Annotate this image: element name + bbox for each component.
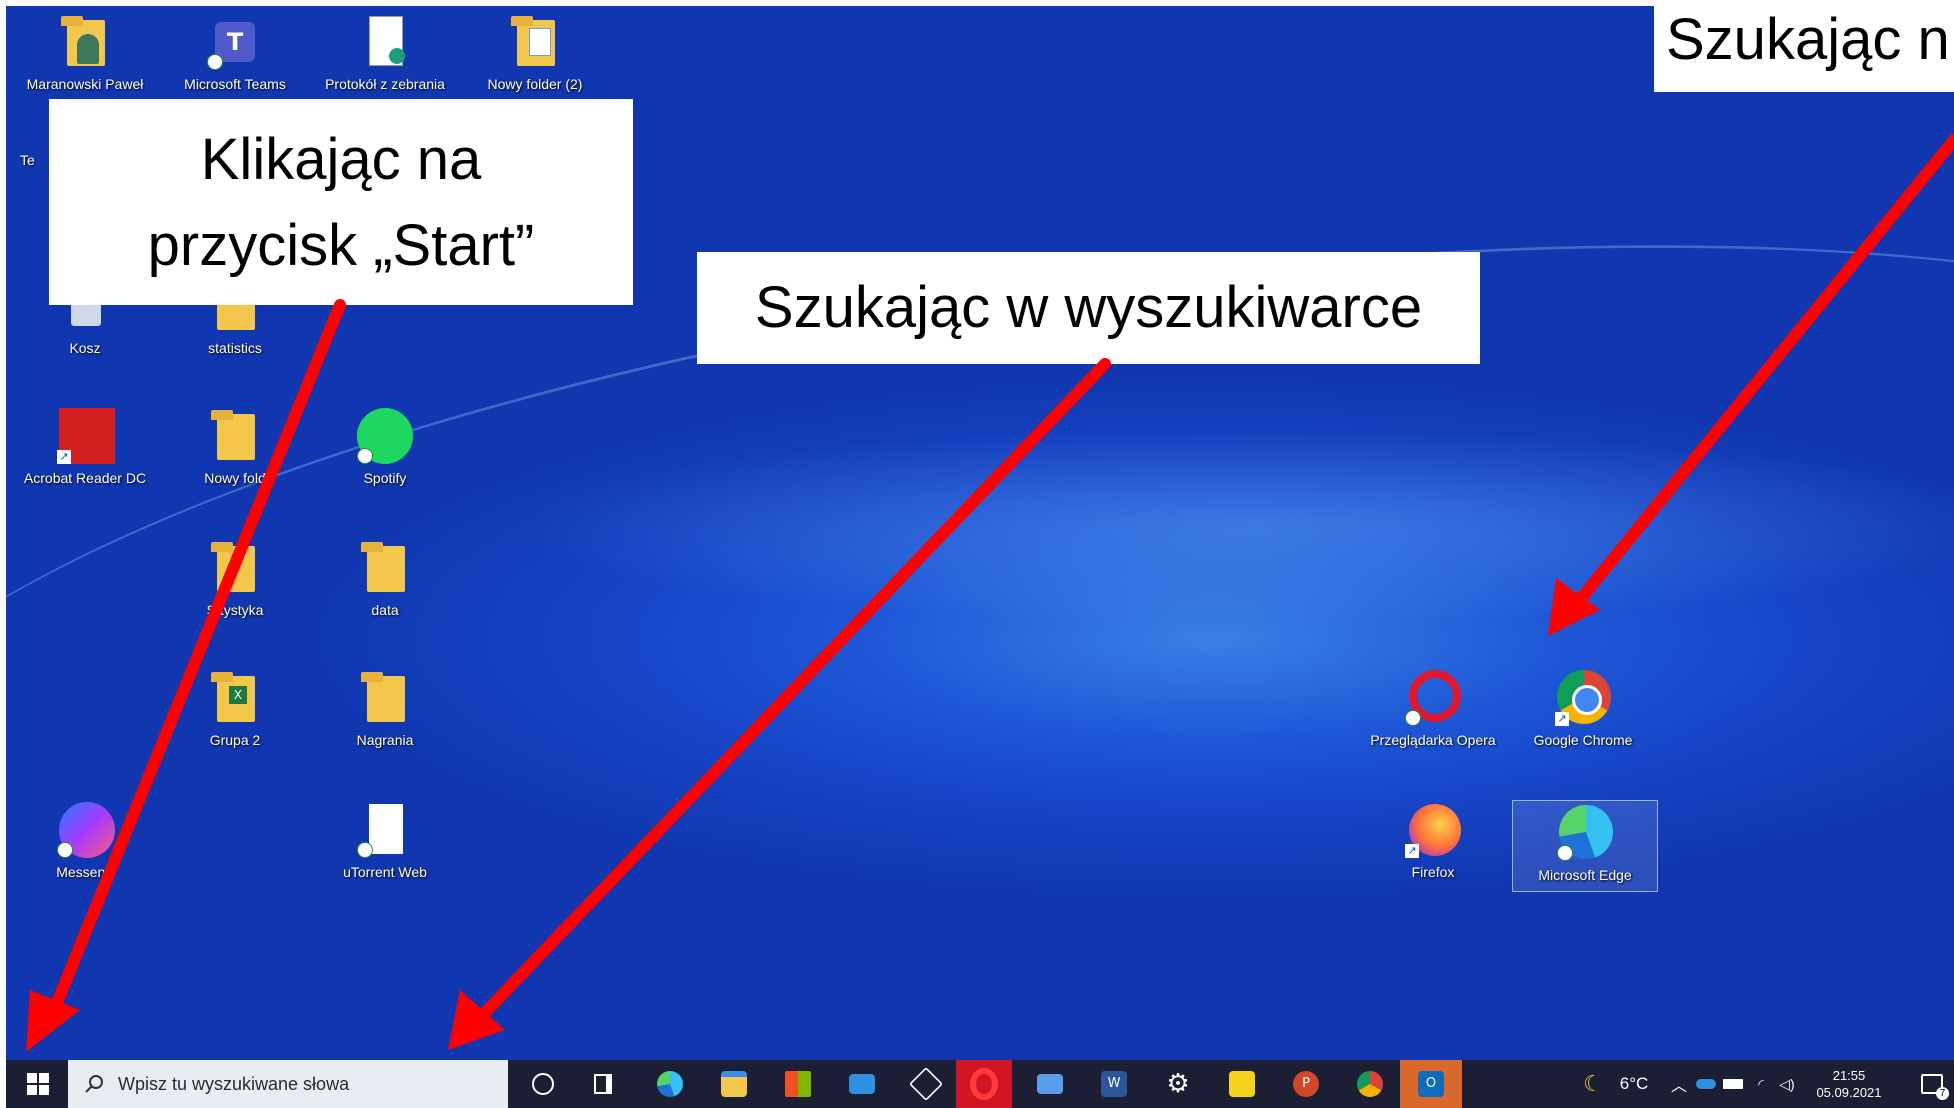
clock-time: 21:55	[1832, 1068, 1866, 1083]
taskbar-remote-desktop[interactable]	[1022, 1060, 1078, 1108]
edge-icon	[657, 1071, 683, 1097]
callout-start-line1: Klikając na	[200, 127, 482, 192]
icon-label: Nowy folder (2)	[487, 76, 583, 92]
desktop-icon-edge[interactable]: Microsoft Edge	[1512, 800, 1658, 892]
volume-icon[interactable]: ◁)	[1774, 1060, 1800, 1108]
weather-temp[interactable]: 6°C	[1610, 1060, 1658, 1108]
opera-icon	[970, 1068, 998, 1100]
onedrive-icon[interactable]	[1694, 1060, 1718, 1108]
taskbar-edge[interactable]	[642, 1060, 698, 1108]
desktop-icon-spotify[interactable]: Spotify	[320, 408, 450, 487]
task-view-icon	[594, 1074, 612, 1094]
icon-label: Spotify	[363, 470, 407, 486]
desktop-icon-opera[interactable]: Przeglądarka Opera	[1368, 670, 1498, 749]
wifi-icon[interactable]: ◜	[1748, 1060, 1774, 1108]
icon-label: Nowy fold	[204, 470, 266, 486]
mail-icon	[849, 1074, 875, 1094]
task-view-button[interactable]	[578, 1060, 628, 1108]
cortana-icon	[532, 1073, 554, 1095]
taskbar-package[interactable]	[898, 1060, 954, 1108]
taskbar-powerpoint[interactable]: P	[1278, 1060, 1334, 1108]
search-box[interactable]: Wpisz tu wyszukiwane słowa	[68, 1060, 508, 1108]
icon-label: Acrobat Reader DC	[23, 470, 147, 486]
file-icon	[369, 804, 403, 854]
desktop-icon-statystyka[interactable]: S tystyka	[170, 540, 300, 619]
powerpoint-icon: P	[1293, 1071, 1319, 1097]
callout-desktop: Szukając n	[1654, 0, 1954, 92]
start-button[interactable]	[16, 1060, 60, 1108]
desktop-icon-grupa-2[interactable]: X Grupa 2	[170, 670, 300, 749]
icon-label: statistics	[208, 340, 262, 356]
desktop-icon-utorrent[interactable]: uTorrent Web	[320, 802, 450, 881]
callout-search: Szukając w wyszukiwarce	[697, 252, 1480, 364]
icon-label: uTorrent Web	[343, 864, 427, 880]
taskbar-file-explorer[interactable]	[706, 1060, 762, 1108]
outlook-icon: O	[1418, 1071, 1444, 1097]
user-icon	[77, 34, 99, 64]
taskbar-sticky-notes[interactable]	[1214, 1060, 1270, 1108]
desktop-icon-chrome[interactable]: ↗ Google Chrome	[1518, 670, 1648, 749]
folder-icon	[361, 672, 405, 722]
icon-label: Messen r	[56, 864, 114, 880]
folder-icon	[211, 410, 255, 460]
taskbar-outlook[interactable]: O	[1400, 1060, 1462, 1108]
word-icon: W	[1101, 1071, 1127, 1097]
taskbar-opera[interactable]	[956, 1060, 1012, 1108]
icon-label: Protokół z zebrania	[325, 76, 445, 92]
icon-label: Microsoft Teams	[184, 76, 286, 92]
battery-icon[interactable]	[1720, 1060, 1746, 1108]
icon-label: Grupa 2	[209, 732, 261, 748]
package-icon	[909, 1067, 943, 1101]
windows-start-icon	[27, 1073, 49, 1095]
taskbar-chrome[interactable]	[1342, 1060, 1398, 1108]
icon-label: S tystyka	[206, 602, 264, 618]
search-placeholder: Wpisz tu wyszukiwane słowa	[118, 1073, 350, 1094]
icon-label: Przeglądarka Opera	[1370, 732, 1496, 748]
remote-desktop-icon	[1037, 1074, 1063, 1094]
notification-center-button[interactable]: 7	[1912, 1060, 1952, 1108]
desktop-icon-acrobat[interactable]: ↗ Acrobat Reader DC	[20, 408, 150, 487]
folder-icon	[361, 542, 405, 592]
search-icon	[85, 1075, 103, 1093]
icon-label: data	[371, 602, 399, 618]
desktop-icon-user-folder[interactable]: Maranowski Paweł	[20, 14, 150, 93]
desktop-icon-messenger[interactable]: Messen r	[20, 802, 150, 881]
icon-label: Nagrania	[356, 732, 414, 748]
taskbar-word[interactable]: W	[1086, 1060, 1142, 1108]
chrome-icon	[1357, 1071, 1383, 1097]
icon-label: Microsoft Edge	[1538, 867, 1632, 883]
store-icon	[785, 1071, 811, 1097]
taskbar-store[interactable]	[770, 1060, 826, 1108]
taskbar-mail[interactable]	[834, 1060, 890, 1108]
icon-label: Google Chrome	[1533, 732, 1633, 748]
folder-icon	[211, 542, 255, 592]
callout-start: Klikając na przycisk „Start”	[49, 99, 633, 305]
desktop-icon-new-folder-2[interactable]: Nowy folder (2)	[470, 14, 600, 93]
clock-date: 05.09.2021	[1816, 1085, 1882, 1100]
taskbar-settings[interactable]: ⚙	[1150, 1060, 1206, 1108]
desktop-icon-firefox[interactable]: ↗ Firefox	[1368, 802, 1498, 881]
tray-chevron-up-icon[interactable]: ︿	[1666, 1060, 1692, 1108]
taskbar: Wpisz tu wyszukiwane słowa W ⚙ P O ☾ 6°C…	[6, 1060, 1954, 1108]
icon-label: Firefox	[1411, 864, 1455, 880]
notification-count: 7	[1936, 1087, 1949, 1100]
desktop-icon-data[interactable]: data	[320, 540, 450, 619]
icon-label: Maranowski Paweł	[26, 76, 144, 92]
settings-icon: ⚙	[1166, 1069, 1190, 1099]
notification-icon: 7	[1921, 1074, 1949, 1100]
desktop-icon-protocol[interactable]: Protokół z zebrania	[320, 14, 450, 93]
clock[interactable]: 21:55 05.09.2021	[1806, 1060, 1892, 1108]
desktop-icon-new-folder[interactable]: Nowy fold	[170, 408, 300, 487]
desktop-icon-teams[interactable]: T Microsoft Teams	[170, 14, 300, 93]
icon-label: Kosz	[69, 340, 101, 356]
sticky-notes-icon	[1229, 1071, 1255, 1097]
file-explorer-icon	[721, 1071, 747, 1097]
desktop-icon-nagrania[interactable]: Nagrania	[320, 670, 450, 749]
callout-start-line2: przycisk „Start”	[147, 213, 535, 278]
cortana-button[interactable]	[518, 1060, 568, 1108]
weather-icon[interactable]: ☾	[1576, 1060, 1610, 1108]
